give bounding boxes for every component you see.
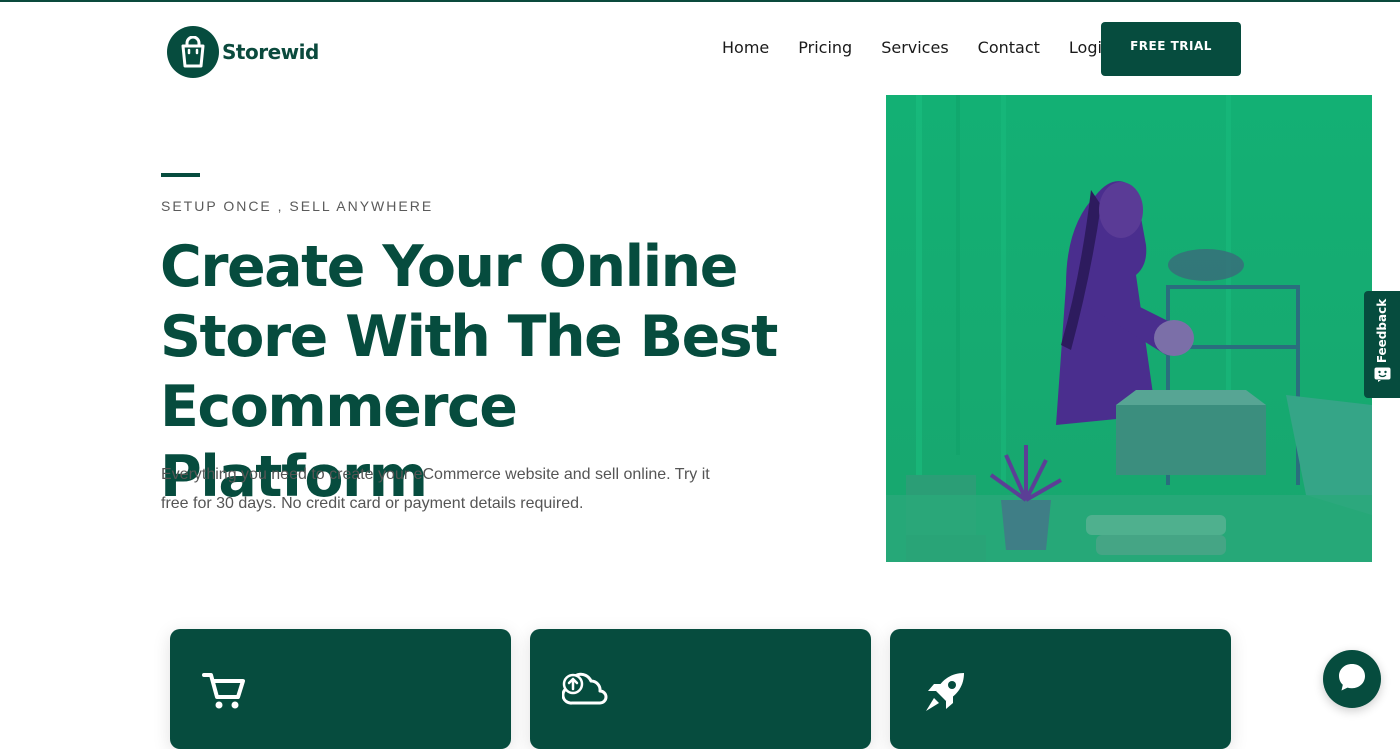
rocket-icon: [922, 671, 966, 720]
feedback-tab[interactable]: Feedback: [1364, 291, 1400, 398]
nav-services-link[interactable]: Services: [881, 38, 948, 57]
main-nav: Home Pricing Services Contact Login: [722, 38, 1112, 57]
nav-pricing-link[interactable]: Pricing: [798, 38, 852, 57]
free-trial-button[interactable]: FREE TRIAL: [1101, 22, 1241, 76]
shopping-bag-icon: [167, 26, 219, 78]
feature-card-cloud[interactable]: [530, 629, 871, 749]
feedback-label: Feedback: [1375, 298, 1389, 364]
feedback-icon: [1374, 367, 1391, 387]
chat-button[interactable]: [1323, 650, 1381, 708]
feature-card-rocket[interactable]: [890, 629, 1231, 749]
chat-bubble-icon: [1336, 661, 1368, 698]
woman-packing-box-photo: [886, 95, 1372, 562]
site-logo[interactable]: Storewid: [167, 26, 319, 78]
hero-description: Everything you need to create your eComm…: [161, 466, 710, 512]
nav-home-link[interactable]: Home: [722, 38, 769, 57]
top-accent-rule: [0, 0, 1400, 2]
hero-accent-bar: [161, 173, 200, 177]
logo-wordmark: Storewid: [222, 40, 319, 64]
hero-eyebrow: SETUP ONCE , SELL ANYWHERE: [161, 198, 434, 214]
shopping-cart-icon: [202, 671, 246, 716]
cloud-upload-icon: [561, 671, 608, 712]
feature-card-cart[interactable]: [170, 629, 511, 749]
nav-contact-link[interactable]: Contact: [978, 38, 1040, 57]
